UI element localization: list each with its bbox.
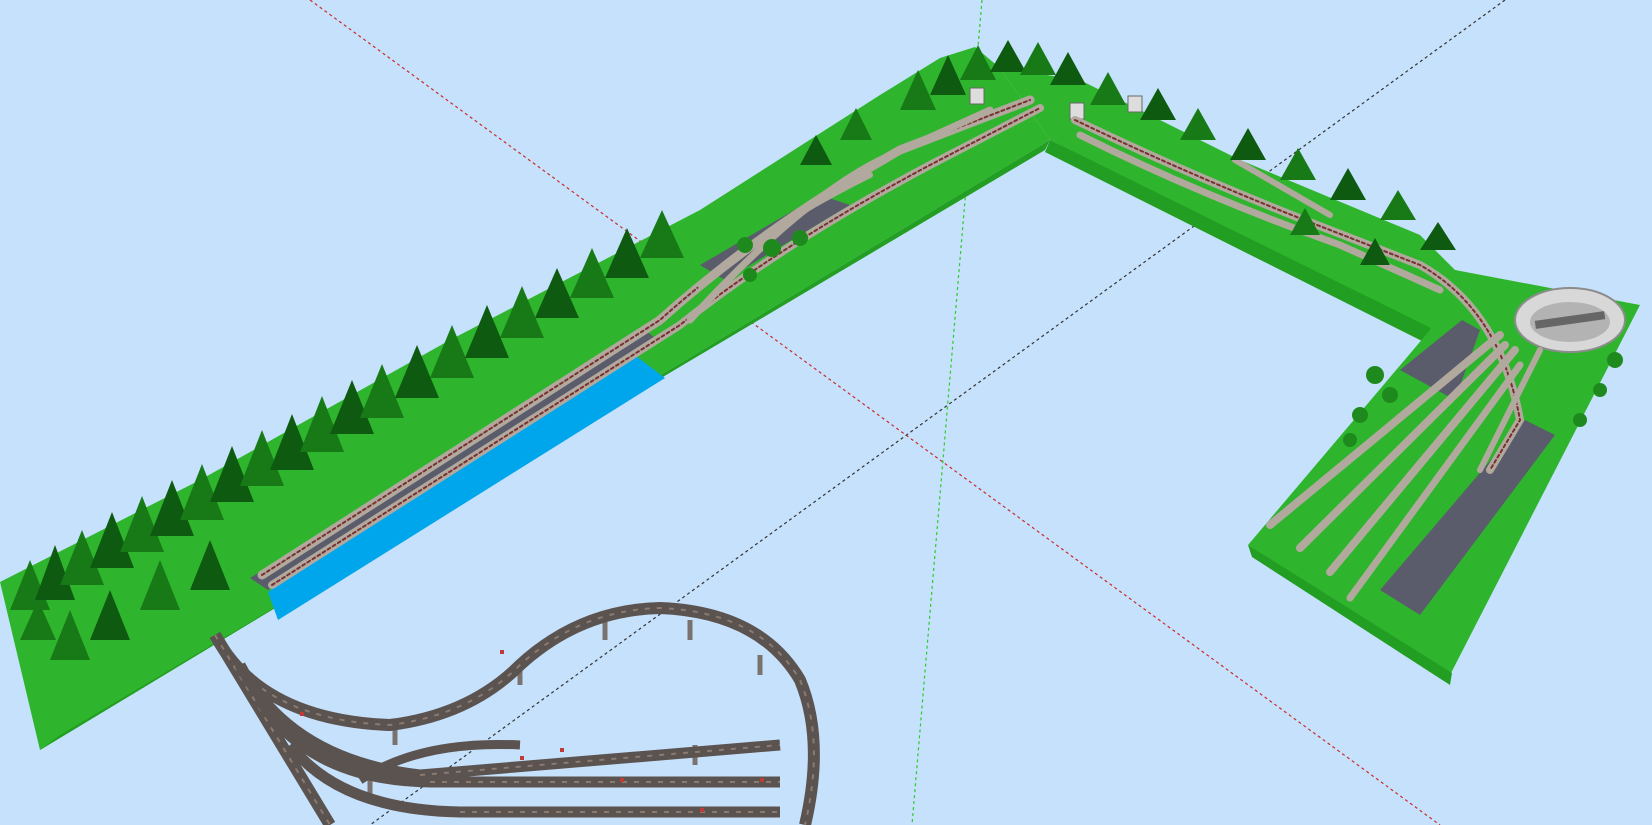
tunnel-portal-3	[1127, 95, 1143, 113]
helix-viaduct[interactable]	[209, 601, 820, 825]
3d-viewport[interactable]	[0, 0, 1652, 825]
tunnel-portal-1	[969, 87, 985, 105]
terrain-board[interactable]	[0, 40, 1640, 750]
turntable[interactable]	[1514, 287, 1626, 353]
